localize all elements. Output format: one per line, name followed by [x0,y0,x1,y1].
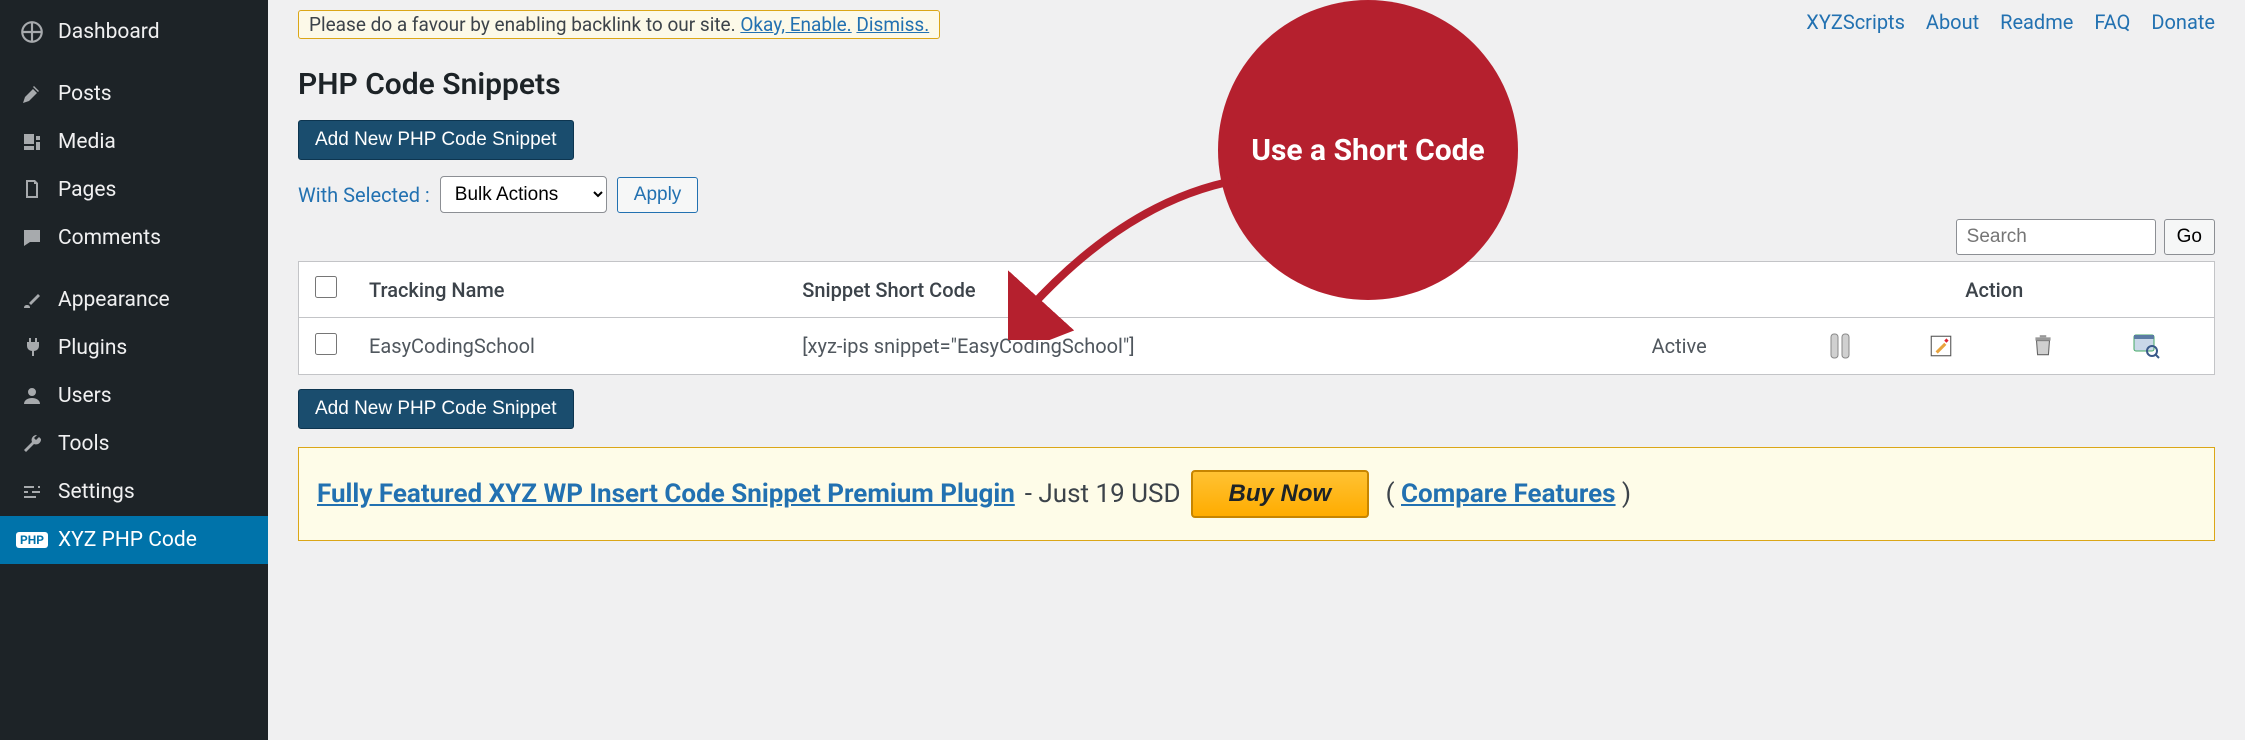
col-shortcode: Snippet Short Code [786,262,1584,318]
sidebar-item-label: Pages [58,178,116,202]
col-action: Action [1775,262,2215,318]
sidebar-item-media[interactable]: Media [0,118,268,166]
preview-icon[interactable] [2132,333,2160,359]
sidebar-item-dashboard[interactable]: Dashboard [0,8,268,56]
search-go-button[interactable]: Go [2164,219,2215,255]
sidebar-item-label: Media [58,130,116,154]
pin-icon [18,80,46,108]
promo-paren: ( Compare Features ) [1379,479,1631,509]
notice-text: Please do a favour by enabling backlink … [309,13,740,36]
sidebar-item-label: Appearance [58,288,170,312]
user-icon [18,382,46,410]
edit-icon[interactable] [1928,333,1954,359]
promo-banner: Fully Featured XYZ WP Insert Code Snippe… [298,447,2215,541]
premium-plugin-link[interactable]: Fully Featured XYZ WP Insert Code Snippe… [317,479,1015,509]
sliders-icon [18,478,46,506]
add-new-snippet-button-top[interactable]: Add New PHP Code Snippet [298,120,574,160]
sidebar-item-label: Dashboard [58,20,160,44]
promo-price: - Just 19 USD [1025,479,1181,509]
admin-sidebar: Dashboard Posts Media Pages Comments App… [0,0,268,740]
search-input[interactable] [1956,219,2156,255]
sidebar-item-label: Tools [58,432,109,456]
select-all-checkbox[interactable] [315,276,337,298]
sidebar-item-label: Comments [58,226,161,250]
bulk-actions-select[interactable]: Bulk Actions [440,176,607,213]
sidebar-item-pages[interactable]: Pages [0,166,268,214]
backlink-notice: Please do a favour by enabling backlink … [298,10,940,39]
plug-icon [18,334,46,362]
dashboard-icon [18,18,46,46]
cell-status: Active [1584,318,1775,375]
sidebar-item-label: Users [58,384,112,408]
notice-dismiss-link[interactable]: Dismiss. [856,13,929,36]
sidebar-item-label: Settings [58,480,135,504]
comment-icon [18,224,46,252]
sidebar-item-tools[interactable]: Tools [0,420,268,468]
sidebar-item-comments[interactable]: Comments [0,214,268,262]
wrench-icon [18,430,46,458]
top-link-xyzscripts[interactable]: XYZScripts [1806,10,1905,34]
top-link-donate[interactable]: Donate [2151,10,2215,34]
add-new-snippet-button-bottom[interactable]: Add New PHP Code Snippet [298,389,574,429]
apply-button[interactable]: Apply [617,177,699,213]
compare-features-link[interactable]: Compare Features [1401,479,1616,509]
php-icon: PHP [18,526,46,554]
sidebar-item-plugins[interactable]: Plugins [0,324,268,372]
brush-icon [18,286,46,314]
pause-icon[interactable] [1828,332,1852,360]
page-title: PHP Code Snippets [298,67,2215,102]
top-links: XYZScripts About Readme FAQ Donate [1790,10,2215,34]
bulk-label: With Selected : [298,183,430,207]
media-icon [18,128,46,156]
notice-enable-link[interactable]: Okay, Enable. [740,13,851,36]
delete-icon[interactable] [2030,333,2056,359]
sidebar-item-users[interactable]: Users [0,372,268,420]
cell-tracking-name: EasyCodingSchool [353,318,786,375]
main-content: Please do a favour by enabling backlink … [268,0,2245,740]
buy-now-button[interactable]: Buy Now [1191,470,1370,518]
cell-shortcode: [xyz-ips snippet="EasyCodingSchool"] [786,318,1584,375]
sidebar-item-label: XYZ PHP Code [58,528,197,552]
top-link-faq[interactable]: FAQ [2094,10,2130,34]
col-tracking-name: Tracking Name [353,262,786,318]
snippets-table: Tracking Name Snippet Short Code Action … [298,261,2215,375]
top-link-readme[interactable]: Readme [2000,10,2073,34]
sidebar-item-xyz-php-code[interactable]: PHP XYZ PHP Code [0,516,268,564]
sidebar-item-appearance[interactable]: Appearance [0,276,268,324]
sidebar-item-label: Plugins [58,336,127,360]
callout-label: Use a Short Code [1218,0,1518,300]
table-row: EasyCodingSchool [xyz-ips snippet="EasyC… [299,318,2215,375]
top-link-about[interactable]: About [1926,10,1979,34]
pages-icon [18,176,46,204]
sidebar-item-posts[interactable]: Posts [0,70,268,118]
row-checkbox[interactable] [315,333,337,355]
sidebar-item-label: Posts [58,82,112,106]
sidebar-item-settings[interactable]: Settings [0,468,268,516]
